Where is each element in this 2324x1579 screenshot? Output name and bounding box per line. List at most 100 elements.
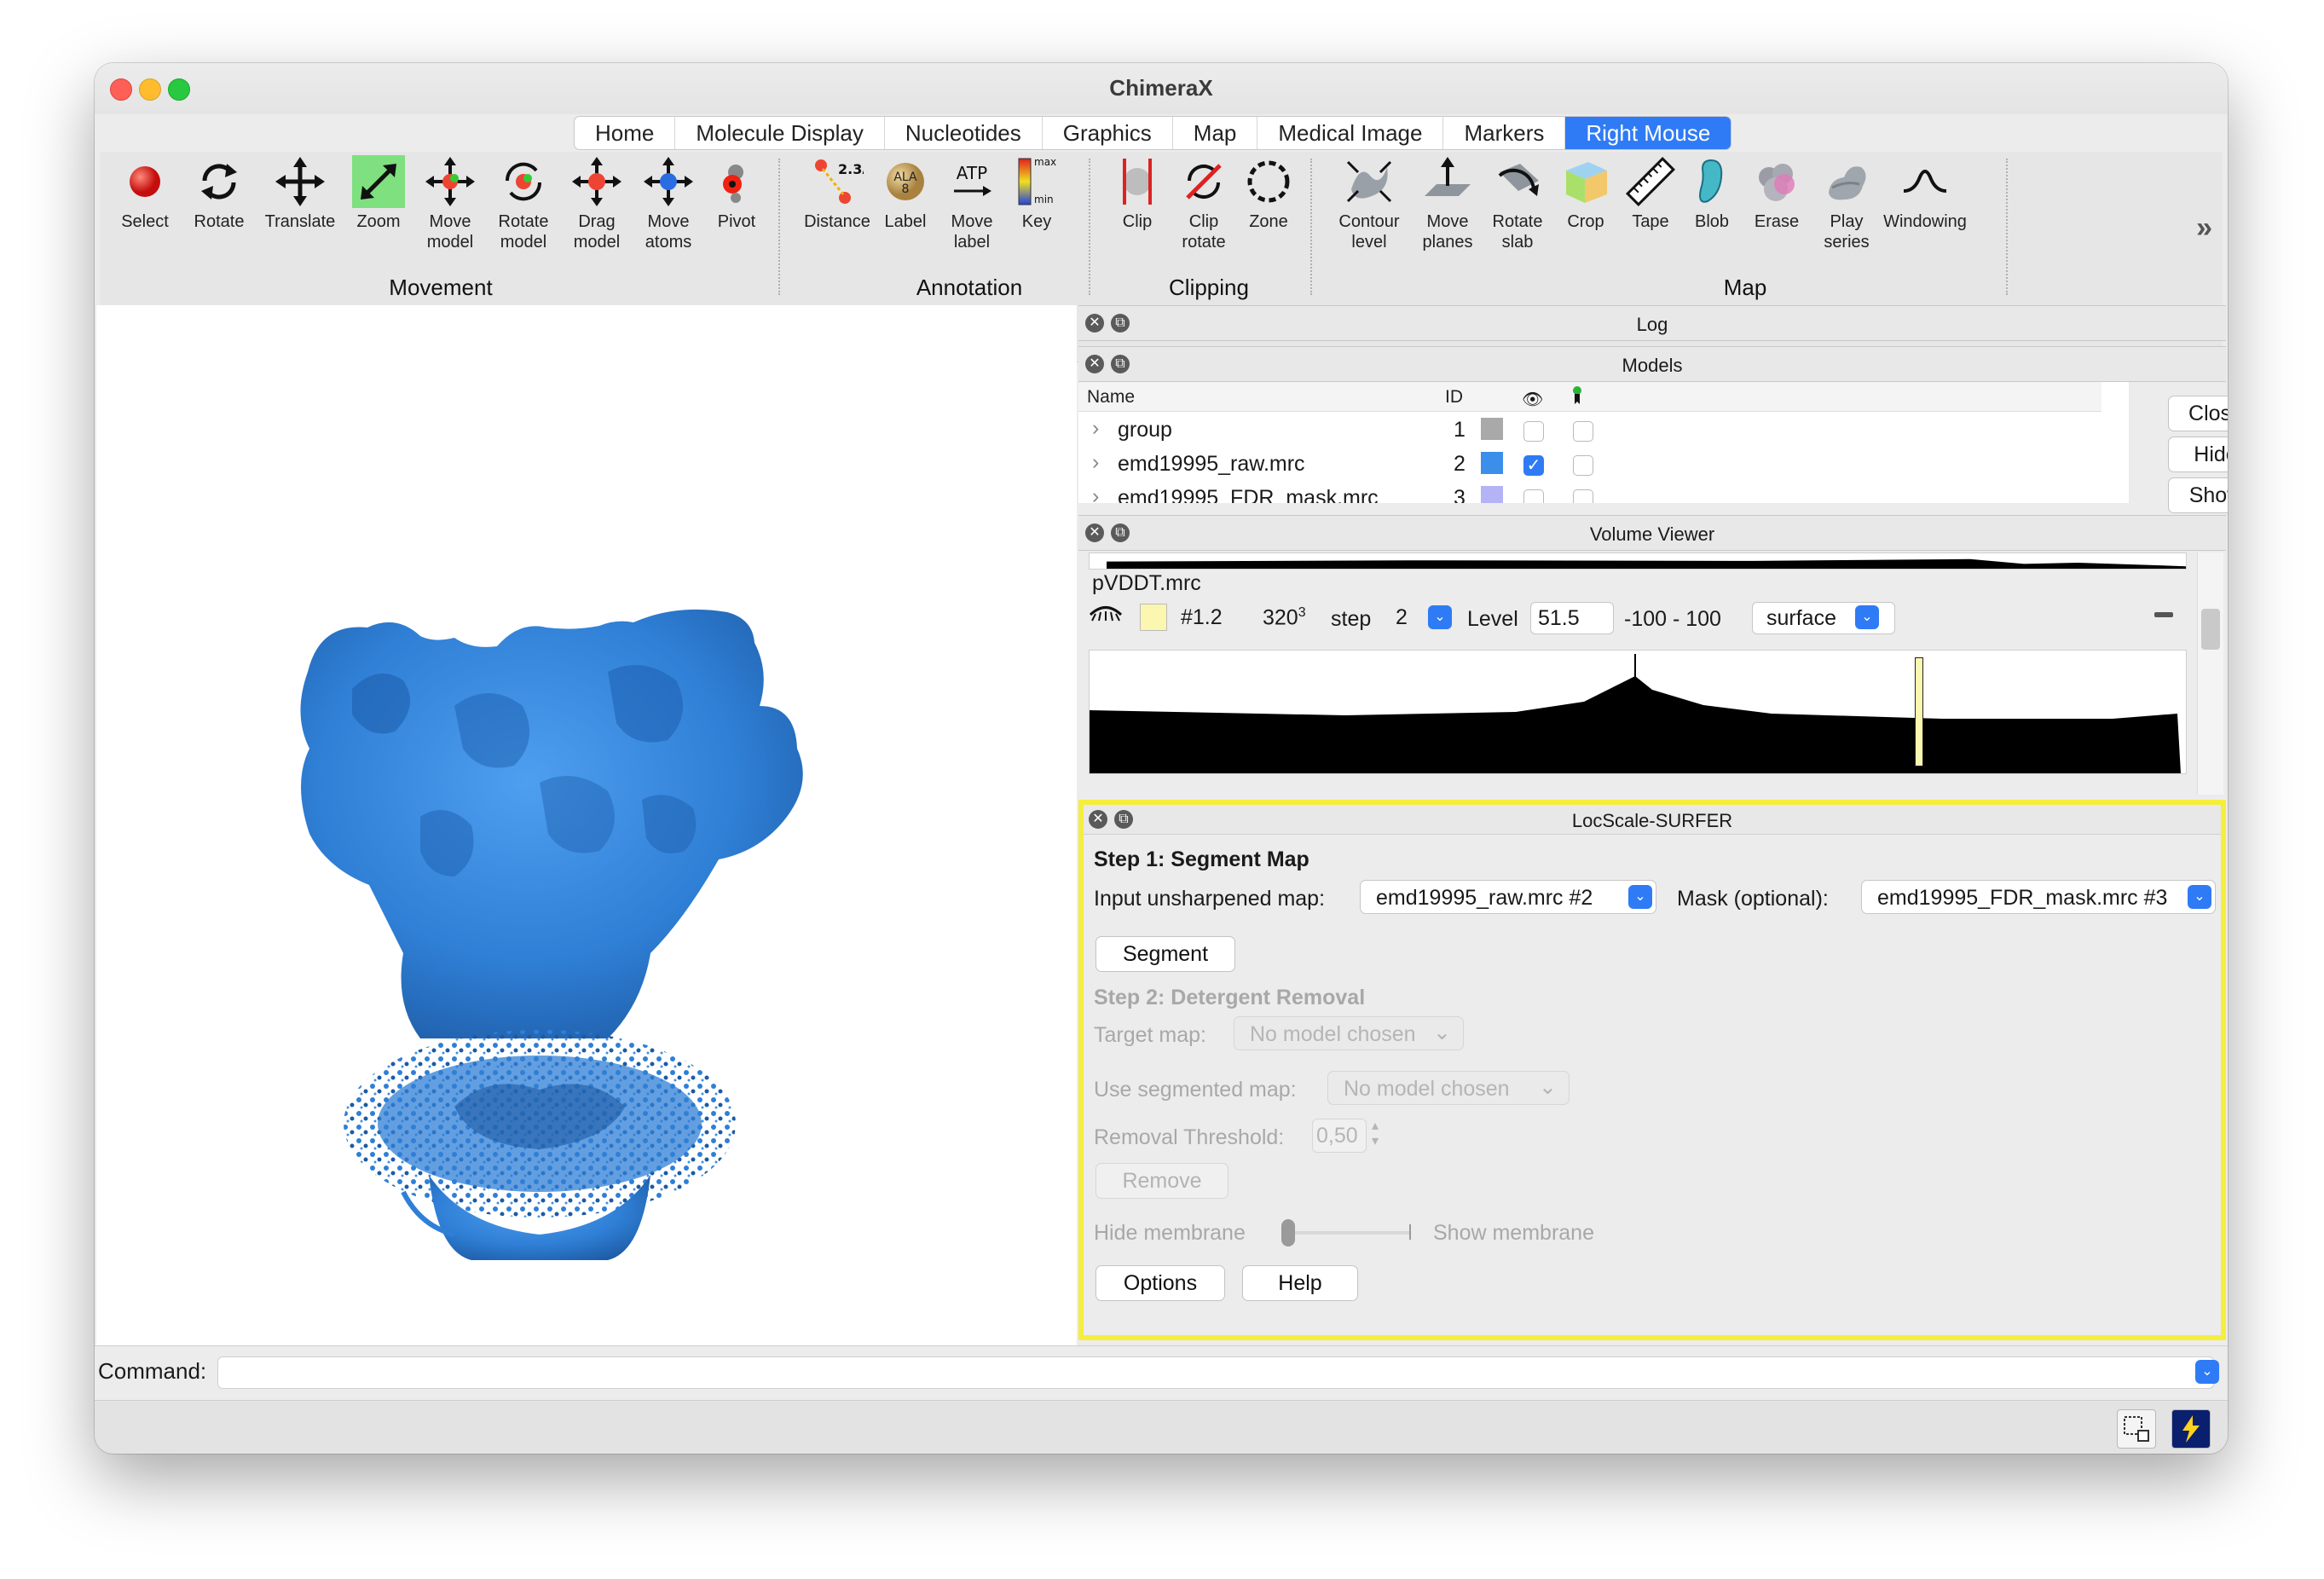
zone-tool[interactable]: Zone	[1230, 155, 1307, 232]
membrane-slider-thumb[interactable]	[1281, 1219, 1295, 1246]
model-visibility-checkbox[interactable]	[1523, 421, 1544, 442]
play-series-tool[interactable]: Play series	[1808, 155, 1885, 252]
tab-graphics[interactable]: Graphics	[1043, 117, 1173, 149]
step-label: step	[1331, 607, 1372, 631]
svg-text:min: min	[1034, 194, 1054, 205]
previous-histogram[interactable]	[1089, 552, 2187, 570]
model-select-checkbox[interactable]	[1573, 489, 1593, 503]
id-column-header[interactable]: ID	[1445, 387, 1463, 408]
group-divider	[1089, 159, 1090, 295]
models-panel-header: ✕ ⧉ Models	[1078, 346, 2226, 382]
models-table-header	[1078, 382, 2101, 412]
tool-label: Windowing	[1883, 212, 1967, 231]
rotate-slab-tool[interactable]: Rotate slab	[1479, 155, 1556, 252]
show-membrane-label: Show membrane	[1433, 1221, 1594, 1245]
select-tool[interactable]: Select	[107, 155, 183, 232]
pivot-tool[interactable]: Pivot	[698, 155, 775, 232]
expand-chevron-icon[interactable]: ›	[1092, 416, 1099, 441]
expand-chevron-icon[interactable]: ›	[1092, 450, 1099, 475]
command-history-dropdown[interactable]: ⌄	[2195, 1360, 2219, 1384]
tab-nucleotides[interactable]: Nucleotides	[885, 117, 1043, 149]
model-select-checkbox[interactable]	[1573, 455, 1593, 476]
move-model-tool[interactable]: Move model	[412, 155, 489, 252]
windowing-tool[interactable]: Windowing	[1878, 155, 1972, 232]
command-input[interactable]	[217, 1356, 2214, 1389]
close-model-button[interactable]: Close	[2168, 396, 2228, 431]
tool-label: Translate	[264, 212, 336, 231]
tab-right-mouse[interactable]: Right Mouse	[1565, 117, 1731, 149]
value-range: -100 - 100	[1624, 607, 1721, 631]
distance-tool[interactable]: 2.3Å Distance	[799, 155, 876, 232]
show-model-button[interactable]: Show	[2168, 477, 2228, 513]
select-icon	[130, 166, 160, 197]
volume-color-swatch[interactable]	[1140, 604, 1167, 631]
group-divider	[2006, 159, 2008, 295]
status-bar	[95, 1400, 2228, 1454]
level-input[interactable]: 51.5	[1530, 602, 1614, 634]
drag-model-tool[interactable]: Drag model	[558, 155, 635, 252]
contour-level-tool[interactable]: Contour level	[1331, 155, 1408, 252]
clip-tool[interactable]: Clip	[1099, 155, 1176, 232]
volume-scrollbar[interactable]	[2197, 552, 2223, 795]
zone-icon	[1247, 160, 1290, 203]
tab-home[interactable]: Home	[575, 117, 676, 149]
key-tool[interactable]: max min Key	[998, 155, 1075, 232]
model-color-swatch[interactable]	[1481, 452, 1503, 474]
help-button[interactable]: Help	[1242, 1265, 1358, 1301]
toolbar-overflow-button[interactable]: »	[2196, 211, 2212, 245]
model-select-checkbox[interactable]	[1573, 421, 1593, 442]
threshold-stepper[interactable]: ▴ ▾	[1367, 1119, 1384, 1151]
model-row[interactable]: › emd19995_raw.mrc 2 ✓	[1078, 447, 2101, 481]
model-visibility-checkbox[interactable]	[1523, 489, 1544, 503]
target-map-dropdown[interactable]: No model chosen ⌄	[1234, 1016, 1464, 1050]
threshold-input[interactable]: 0,50	[1312, 1119, 1367, 1153]
tool-label: Move model	[426, 212, 474, 252]
segmented-map-dropdown[interactable]: No model chosen ⌄	[1327, 1071, 1570, 1105]
expand-chevron-icon[interactable]: ›	[1092, 484, 1099, 503]
segment-button[interactable]: Segment	[1096, 936, 1235, 972]
model-name: group	[1118, 418, 1172, 442]
tool-label: Contour level	[1338, 212, 1400, 252]
volume-visibility-eye-icon[interactable]	[1089, 604, 1123, 632]
label-tool[interactable]: ALA 8 Label	[867, 155, 944, 232]
move-planes-tool[interactable]: Move planes	[1409, 155, 1486, 252]
window-title: ChimeraX	[1109, 75, 1213, 101]
model-row[interactable]: › group 1	[1078, 413, 2101, 447]
input-map-dropdown[interactable]: emd19995_raw.mrc #2 ⌄	[1360, 880, 1656, 914]
mask-dropdown[interactable]: emd19995_FDR_mask.mrc #3 ⌄	[1861, 880, 2216, 914]
style-dropdown[interactable]: surface ⌄	[1752, 602, 1895, 634]
hide-model-button[interactable]: Hide	[2168, 437, 2228, 472]
tab-medical-image[interactable]: Medical Image	[1257, 117, 1444, 149]
tab-molecule-display[interactable]: Molecule Display	[675, 117, 885, 149]
tab-markers[interactable]: Markers	[1443, 117, 1566, 149]
translate-tool[interactable]: Translate	[262, 155, 338, 232]
quick-access-icon[interactable]	[2171, 1409, 2211, 1449]
name-column-header[interactable]: Name	[1087, 387, 1135, 408]
model-visibility-checkbox[interactable]: ✓	[1523, 455, 1544, 476]
model-row[interactable]: › emd19995_FDR_mask.mrc 3	[1078, 481, 2101, 503]
collapse-icon[interactable]	[2154, 612, 2173, 617]
tool-label: Distance	[804, 212, 870, 231]
membrane-slider[interactable]	[1281, 1219, 1411, 1246]
move-atoms-tool[interactable]: Move atoms	[630, 155, 707, 252]
options-button[interactable]: Options	[1096, 1265, 1225, 1301]
step-dropdown[interactable]: 2 ⌄	[1385, 602, 1462, 633]
rotate-tool[interactable]: Rotate	[181, 155, 257, 232]
remove-button[interactable]: Remove	[1096, 1163, 1228, 1199]
selection-inspector-icon[interactable]	[2117, 1409, 2156, 1449]
zoom-tool[interactable]: Zoom	[340, 155, 417, 232]
volume-grid-size: 3203	[1263, 605, 1306, 630]
model-color-swatch[interactable]	[1481, 418, 1503, 440]
distance-icon: 2.3Å	[815, 159, 864, 204]
tab-map[interactable]: Map	[1173, 117, 1258, 149]
rotate-model-tool[interactable]: Rotate model	[485, 155, 562, 252]
level-marker[interactable]	[1915, 657, 1923, 766]
tool-label: Label	[884, 212, 927, 231]
level-histogram[interactable]	[1089, 650, 2187, 774]
translate-icon	[275, 157, 325, 206]
model-name: emd19995_raw.mrc	[1118, 452, 1305, 476]
scrollbar-thumb[interactable]	[2201, 609, 2220, 650]
erase-tool[interactable]: Erase	[1738, 155, 1815, 232]
graphics-viewport[interactable]	[96, 305, 1077, 1345]
model-color-swatch[interactable]	[1481, 486, 1503, 503]
